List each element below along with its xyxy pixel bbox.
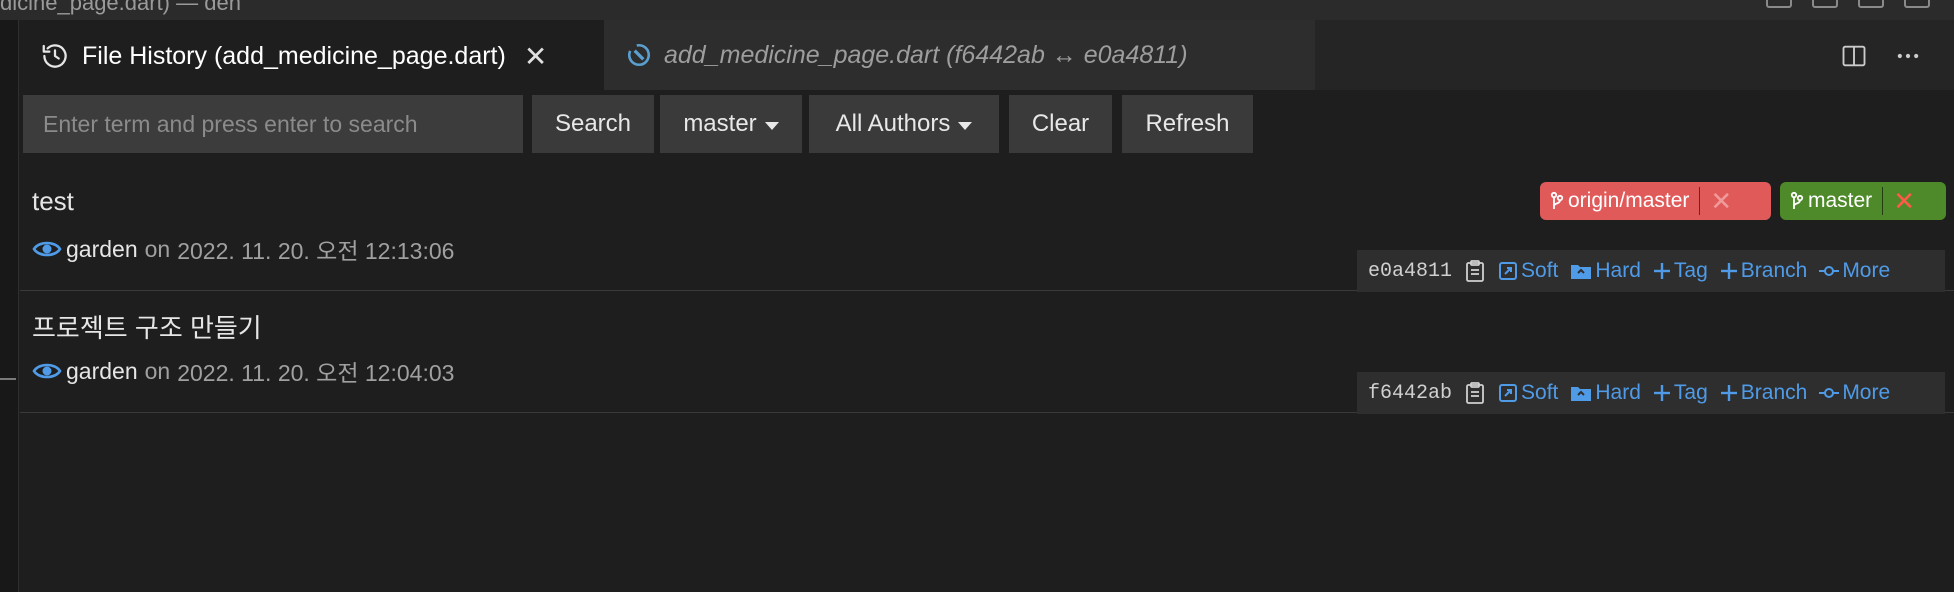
refresh-button[interactable]: Refresh	[1122, 95, 1253, 153]
authors-dropdown-label: All Authors	[835, 110, 951, 137]
commit-actions: e0a4811 Soft Hard Tag Branch More	[1357, 250, 1945, 292]
commit-row[interactable]: 프로젝트 구조 만들기 garden on 2022. 11. 20. 오전 1…	[20, 292, 1954, 414]
tab-label: add_medicine_page.dart (f6442ab ↔ e0a481…	[664, 40, 1188, 69]
history-icon	[40, 41, 70, 71]
plus-icon	[1720, 263, 1737, 279]
plus-icon	[1653, 385, 1670, 401]
commit-on-text: on	[144, 235, 171, 262]
soft-reset-icon	[1499, 384, 1518, 402]
authors-dropdown[interactable]: All Authors	[809, 95, 999, 153]
chevron-down-icon	[764, 121, 779, 130]
left-panel-edge	[0, 20, 19, 592]
clipboard-icon[interactable]	[1464, 259, 1486, 283]
tab-label: File History (add_medicine_page.dart)	[82, 41, 506, 70]
remove-ref-icon[interactable]: ✕	[1893, 186, 1915, 217]
tag-label: Tag	[1673, 381, 1708, 404]
commit-actions: f6442ab Soft Hard Tag Branch More	[1357, 372, 1945, 414]
commit-author[interactable]: garden	[66, 236, 138, 263]
chevron-down-icon	[958, 121, 973, 130]
dart-file-icon	[624, 40, 654, 70]
window-control-icon[interactable]	[1766, 0, 1792, 8]
commit-hash[interactable]: f6442ab	[1368, 382, 1452, 405]
eye-icon[interactable]	[32, 238, 62, 260]
soft-reset-icon	[1499, 262, 1518, 280]
clipboard-icon[interactable]	[1464, 381, 1486, 405]
commit-message: test	[32, 186, 74, 216]
panel-marker	[0, 378, 16, 380]
commit-author[interactable]: garden	[66, 358, 138, 385]
refresh-button-label: Refresh	[1145, 110, 1230, 137]
split-editor-icon[interactable]	[1838, 40, 1870, 72]
ref-badge-master[interactable]: master ✕	[1780, 182, 1946, 220]
commit-meta: garden on 2022. 11. 20. 오전 12:04:03	[32, 354, 454, 388]
tab-file-history[interactable]: File History (add_medicine_page.dart) ✕	[20, 20, 604, 90]
hard-reset-action[interactable]: Hard	[1570, 381, 1641, 405]
branch-icon	[1790, 191, 1804, 209]
hard-label: Hard	[1595, 259, 1641, 282]
commit-hash[interactable]: e0a4811	[1368, 260, 1452, 283]
search-input[interactable]	[23, 95, 523, 153]
more-label: More	[1842, 259, 1891, 282]
search-button-label: Search	[554, 110, 632, 137]
ref-divider	[1699, 187, 1701, 215]
search-button[interactable]: Search	[532, 95, 654, 153]
hard-label: Hard	[1595, 381, 1641, 404]
eye-icon[interactable]	[32, 360, 62, 382]
close-icon[interactable]: ✕	[524, 40, 547, 73]
ref-label: master	[1808, 189, 1873, 212]
tag-action[interactable]: Tag	[1653, 381, 1708, 405]
ref-badge-origin-master[interactable]: origin/master ✕	[1540, 182, 1771, 220]
commit-on-text: on	[144, 357, 171, 384]
branch-label: Branch	[1740, 259, 1808, 282]
more-actions-icon[interactable]	[1892, 40, 1924, 72]
branch-dropdown-label: master	[683, 110, 757, 137]
clear-button[interactable]: Clear	[1009, 95, 1112, 153]
commit-node-icon	[1819, 266, 1840, 276]
commit-row[interactable]: test garden on 2022. 11. 20. 오전 12:13:06…	[20, 170, 1954, 292]
plus-icon	[1653, 263, 1670, 279]
more-label: More	[1842, 381, 1891, 404]
folder-icon	[1571, 387, 1592, 401]
branch-icon	[1550, 191, 1564, 209]
soft-reset-action[interactable]: Soft	[1498, 259, 1558, 283]
window-title: dicine_page.dart) — den	[0, 0, 241, 15]
soft-reset-action[interactable]: Soft	[1498, 381, 1558, 405]
window-title-bar: dicine_page.dart) — den	[0, 0, 1954, 20]
more-action[interactable]: More	[1819, 259, 1890, 283]
history-toolbar: Search master All Authors Clear Refresh	[23, 95, 1263, 153]
tag-label: Tag	[1673, 259, 1708, 282]
plus-icon	[1720, 385, 1737, 401]
editor-tab-bar: File History (add_medicine_page.dart) ✕ …	[20, 20, 1954, 90]
remove-ref-icon[interactable]: ✕	[1710, 186, 1732, 217]
commit-node-icon	[1819, 388, 1840, 398]
tag-action[interactable]: Tag	[1653, 259, 1708, 283]
more-action[interactable]: More	[1819, 381, 1890, 405]
soft-label: Soft	[1521, 381, 1559, 404]
commit-meta: garden on 2022. 11. 20. 오전 12:13:06	[32, 232, 454, 266]
branch-action[interactable]: Branch	[1720, 381, 1808, 405]
tab-diff[interactable]: add_medicine_page.dart (f6442ab ↔ e0a481…	[604, 20, 1315, 90]
commit-date: 2022. 11. 20. 오전 12:13:06	[177, 238, 455, 264]
window-control-icon[interactable]	[1858, 0, 1884, 8]
ref-label: origin/master	[1568, 189, 1690, 212]
commit-date: 2022. 11. 20. 오전 12:04:03	[177, 360, 455, 386]
folder-icon	[1571, 265, 1592, 279]
soft-label: Soft	[1521, 259, 1559, 282]
clear-button-label: Clear	[1031, 110, 1090, 137]
hard-reset-action[interactable]: Hard	[1570, 259, 1641, 283]
branch-action[interactable]: Branch	[1720, 259, 1808, 283]
branch-dropdown[interactable]: master	[660, 95, 802, 153]
branch-label: Branch	[1740, 381, 1808, 404]
ref-divider	[1882, 187, 1884, 215]
window-control-icon[interactable]	[1812, 0, 1838, 8]
window-control-icon[interactable]	[1904, 0, 1930, 8]
commit-message: 프로젝트 구조 만들기	[32, 313, 262, 343]
